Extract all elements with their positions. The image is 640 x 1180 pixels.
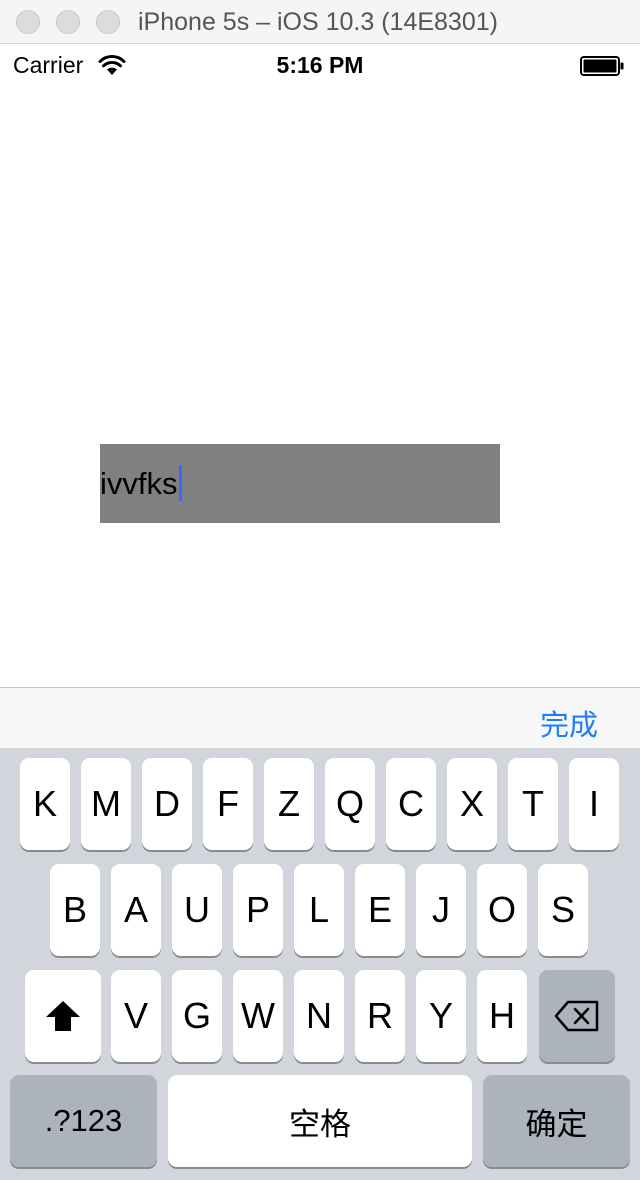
status-time: 5:16 PM [276,52,364,78]
text-cursor [178,465,182,501]
key-row3[interactable]: Y [416,970,466,1062]
key-row1[interactable]: X [447,758,497,850]
window-close-button[interactable] [16,10,40,34]
shift-arrow-icon [46,1001,80,1031]
key-row1[interactable]: C [386,758,436,850]
simulator-title-bar: iPhone 5s – iOS 10.3 (14E8301) [0,0,640,44]
key-row3[interactable]: V [111,970,161,1062]
battery-icon [580,56,624,76]
key-row3[interactable]: R [355,970,405,1062]
key-row2[interactable]: P [233,864,283,956]
key-row1[interactable]: Q [325,758,375,850]
return-key[interactable]: 确定 [483,1075,630,1167]
status-bar: Carrier 5:16 PM [0,44,640,84]
key-row2[interactable]: B [50,864,100,956]
key-row1[interactable]: I [569,758,619,850]
key-row3[interactable]: W [233,970,283,1062]
window-minimize-button[interactable] [56,10,80,34]
key-row1[interactable]: K [20,758,70,850]
key-row2[interactable]: E [355,864,405,956]
backspace-icon [554,1000,599,1032]
numbers-key[interactable]: .?123 [10,1075,157,1167]
key-row2[interactable]: S [538,864,588,956]
key-row1[interactable]: Z [264,758,314,850]
key-row3[interactable]: G [172,970,222,1062]
text-field-value: ivvfks [100,466,178,501]
shift-key[interactable] [25,970,101,1062]
key-row2[interactable]: O [477,864,527,956]
key-row2[interactable]: U [172,864,222,956]
keyboard-accessory-toolbar: 完成 [0,687,640,748]
key-row1[interactable]: D [142,758,192,850]
done-button[interactable]: 完成 [540,702,598,744]
keyboard: K M D F Z Q C X T I B A U P L E J O S V … [0,748,640,1180]
delete-key[interactable] [539,970,615,1062]
key-row3[interactable]: H [477,970,527,1062]
key-row2[interactable]: J [416,864,466,956]
key-row2[interactable]: L [294,864,344,956]
key-row1[interactable]: T [508,758,558,850]
space-key[interactable]: 空格 [168,1075,472,1167]
key-row2[interactable]: A [111,864,161,956]
key-row1[interactable]: M [81,758,131,850]
key-row3[interactable]: N [294,970,344,1062]
window-zoom-button[interactable] [96,10,120,34]
window-title: iPhone 5s – iOS 10.3 (14E8301) [138,8,498,36]
text-input-field[interactable]: ivvfks [100,444,500,523]
key-row1[interactable]: F [203,758,253,850]
